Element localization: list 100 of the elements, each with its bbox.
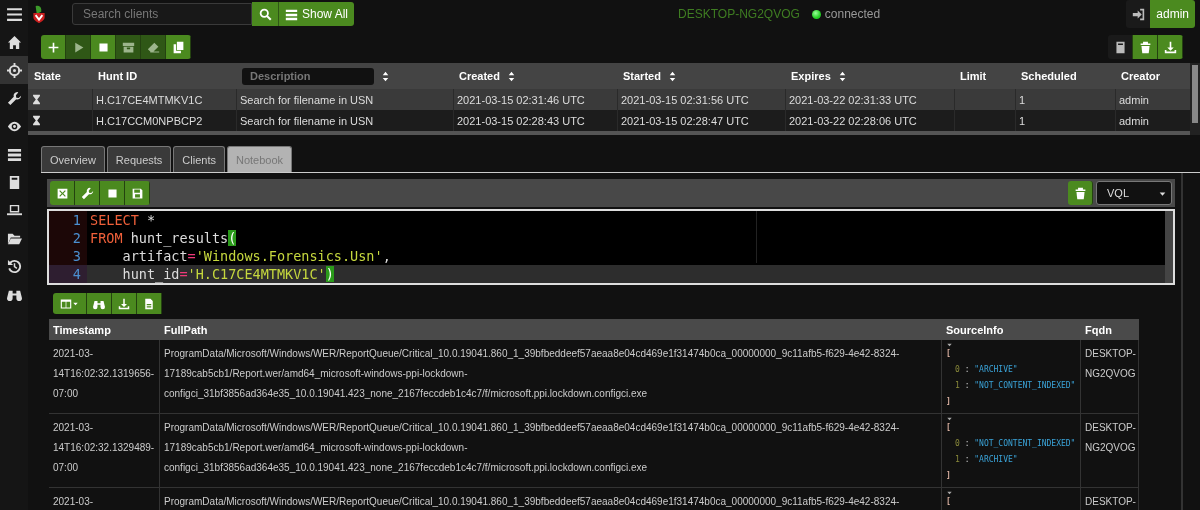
caret-icon [946,489,953,496]
hostname-text: DESKTOP- [1085,495,1134,509]
hostname-text: DESKTOP- NG2QVOG [1085,347,1134,381]
column-header: Fqdn [1081,319,1139,340]
search-field[interactable]: Search clients [72,3,252,25]
caret-icon [946,415,953,422]
columns-icon [60,297,72,310]
download-button[interactable] [112,293,137,314]
code-editor[interactable]: 1 2 3 4 SELECT * FROM hunt_results( artifact='Windows.Forensics.Usn', hunt_id='H.C17CE4MTMKV1C') [47,209,1175,285]
state-cell[interactable] [28,110,92,131]
copy-icon [171,40,185,54]
export-csv-button[interactable] [137,293,162,314]
table-cell[interactable] [954,110,1015,131]
search-results-button[interactable] [87,293,112,314]
delete-cell-button[interactable] [1068,181,1093,205]
code-line: SELECT * [89,211,157,229]
table-cell[interactable]: 2021-03-15 02:28:43 UTC [453,110,617,131]
table-cell[interactable]: 2021-03-15 02:28:47 UTC [617,110,785,131]
path-text: ProgramData/Microsoft/Windows/WER/ReportQueue/Critical_10.0.19041.860_1_39bfbeddeef57aeaa8e04cd469e1f31474b0ca_00000000_9c11afb5-f629-4e42-8324- 17189cab5cb1/Report.wer/amd64_microsoft-windows-ppi-lockdown- configci_31bf3856ad364e35_10.0.19041.423_none_2167feccdeb1c4c7/f/microsoft.ppi.lockdown.configci.exe [164,421,901,475]
list-icon [285,7,298,21]
column-header: Scheduled [1015,63,1115,89]
tab[interactable]: Requests [106,146,172,172]
show-all-button[interactable]: Show All [278,2,355,26]
save-button[interactable] [125,181,150,205]
description-filter-field[interactable]: Description [242,67,374,85]
copy-button[interactable] [166,35,191,59]
stop-icon [96,40,110,54]
columns-button[interactable] [53,293,87,314]
bracket-text: ] [946,471,951,480]
table-cell[interactable]: 1 [1015,89,1115,110]
sort-icon [380,70,391,82]
table-cell[interactable]: 2021-03-15 02:31:56 UTC [617,89,785,110]
timestamp-text: 2021-03- [53,495,95,509]
table-cell[interactable]: admin [1115,89,1190,110]
column-header: State [28,63,92,89]
settings-button[interactable] [75,181,100,205]
line-number: 1 [71,211,82,229]
state-cell[interactable] [28,89,92,110]
eraser-icon [146,40,160,54]
table-cell[interactable]: Search for filename in USN [236,110,453,131]
column-header: Limit [954,63,1015,89]
logout-icon [1131,7,1145,21]
code-line: artifact='Windows.Forensics.Usn', [121,247,392,265]
search-button[interactable] [252,2,278,26]
path-text: ProgramData/Microsoft/Windows/WER/ReportQueue/Critical_10.0.19041.860_1_39bfbeddeef57aeaa8e04cd469e1f31474b0ca_00000000_9c11afb5-f629-4e42-8324- [164,495,901,509]
menu-icon[interactable] [5,5,23,23]
plus-icon [46,40,60,54]
table-cell[interactable]: Search for filename in USN [236,89,453,110]
column-header[interactable]: Description [236,63,453,89]
user-button[interactable]: admin [1150,0,1195,28]
logout-button[interactable] [1126,0,1151,28]
home-icon [6,34,22,50]
crosshair-icon [6,62,22,78]
json-item: 1 : "ARCHIVE" [954,454,1019,466]
json-item: 0 : "ARCHIVE" [954,364,1019,376]
path-text: ProgramData/Microsoft/Windows/WER/ReportQueue/Critical_10.0.19041.860_1_39bfbeddeef57aeaa8e04cd469e1f31474b0ca_00000000_9c11afb5-f629-4e42-8324- 17189cab5cb1/Report.wer/amd64_microsoft-windows-ppi-lockdown- configci_31bf3856ad364e35_10.0.19041.423_none_2167feccdeb1c4c7/f/microsoft.ppi.lockdown.configci.exe [164,347,901,401]
server-icon [6,146,22,162]
table-cell[interactable]: 2021-03-22 02:28:06 UTC [785,110,954,131]
wrench-icon [6,90,22,106]
timestamp-text: 2021-03- 14T16:02:32.1329489- 07:00 [53,421,155,475]
trash-icon [1138,40,1152,54]
column-header[interactable]: Expires [785,63,954,89]
scrollbar [1190,63,1200,135]
new-hunt-button[interactable] [41,35,66,59]
archive-icon [121,40,135,54]
table-cell[interactable]: 1 [1015,110,1115,131]
download-button[interactable] [1158,35,1183,59]
table-cell[interactable]: H.C17CE4MTMKV1C [92,89,236,110]
line-number: 3 [71,247,82,265]
tab[interactable]: Clients [173,146,225,172]
table-cell[interactable] [954,89,1015,110]
delete-button[interactable] [1133,35,1158,59]
save-icon [130,186,144,200]
tab[interactable]: Overview [41,146,105,172]
bracket-text: [ [946,497,951,506]
close-cell-button[interactable] [50,181,75,205]
language-select[interactable]: VQL [1096,181,1172,205]
table-cell[interactable]: 2021-03-15 02:31:46 UTC [453,89,617,110]
bracket-text: [ [946,349,951,358]
download-icon [1163,40,1177,54]
table-cell[interactable]: 2021-03-22 02:31:33 UTC [785,89,954,110]
json-item: 0 : "NOT_CONTENT_INDEXED" [954,438,1076,450]
table-cell[interactable]: admin [1115,110,1190,131]
column-header: FullPath [160,319,942,340]
caret-icon [72,300,79,307]
column-header[interactable]: Started [617,63,785,89]
stop-button[interactable] [91,35,116,59]
column-header[interactable]: Created [453,63,617,89]
file-icon [143,297,155,310]
hostname-text: DESKTOP- NG2QVOG [1085,421,1134,455]
laptop-icon [6,202,22,218]
crosshair-nav-item[interactable] [0,56,28,84]
wrench-icon [80,186,94,200]
column-header: Timestamp [49,319,160,340]
stop-button[interactable] [100,181,125,205]
line-number: 2 [71,229,82,247]
bracket-text: [ [946,423,951,432]
table-cell[interactable]: H.C17CCM0NPBCP2 [92,110,236,131]
status-label: connected [824,7,881,21]
line-number: 4 [49,265,87,283]
